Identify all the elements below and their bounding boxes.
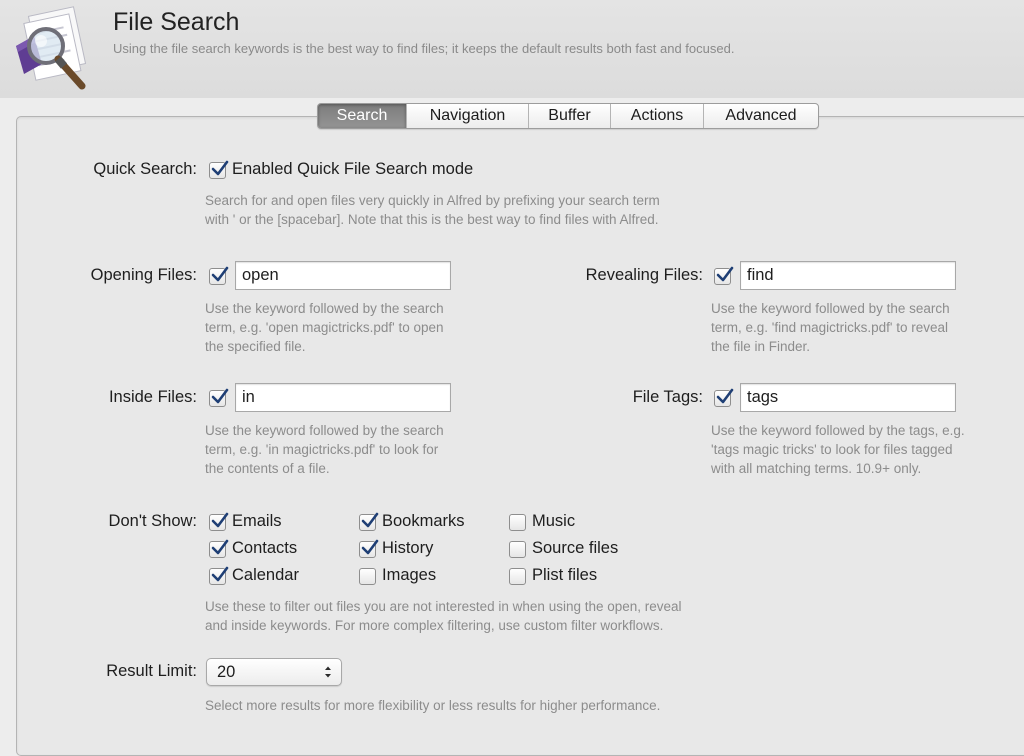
inside-files-keyword-input[interactable]	[235, 383, 451, 412]
dont-show-emails-label[interactable]: Emails	[232, 512, 282, 531]
result-limit-select[interactable]: 20	[206, 658, 342, 686]
opening-files-help: Use the keyword followed by the search t…	[205, 301, 444, 354]
tab-actions[interactable]: Actions	[610, 104, 703, 128]
result-limit-value: 20	[217, 663, 236, 681]
page-subtitle: Using the file search keywords is the be…	[113, 41, 735, 56]
file-tags-label: File Tags:	[632, 388, 703, 406]
dont-show-emails-checkbox[interactable]	[209, 512, 229, 531]
result-limit-help: Select more results for more flexibility…	[205, 698, 661, 713]
checkmark-icon	[211, 566, 229, 582]
dont-show-calendar-checkbox[interactable]	[209, 566, 229, 585]
checkmark-icon	[716, 266, 734, 282]
dont-show-music-label[interactable]: Music	[532, 512, 575, 531]
checkmark-icon	[211, 539, 229, 555]
checkmark-icon	[361, 539, 379, 555]
file-tags-keyword-input[interactable]	[740, 383, 956, 412]
inside-files-label: Inside Files:	[108, 388, 197, 406]
dont-show-contacts-label[interactable]: Contacts	[232, 539, 297, 558]
dont-show-calendar-label[interactable]: Calendar	[232, 566, 299, 585]
revealing-files-checkbox[interactable]	[714, 266, 734, 285]
tab-navigation[interactable]: Navigation	[406, 104, 528, 128]
dont-show-history-label[interactable]: History	[382, 539, 433, 558]
tab-bar: Search Navigation Buffer Actions Advance…	[317, 103, 819, 129]
file-search-icon	[16, 6, 87, 90]
dont-show-history-checkbox[interactable]	[359, 539, 379, 558]
dont-show-source-files-label[interactable]: Source files	[532, 539, 618, 558]
checkmark-icon	[211, 266, 229, 282]
revealing-files-help: Use the keyword followed by the search t…	[711, 301, 950, 354]
dont-show-music-checkbox[interactable]	[509, 514, 526, 531]
checkmark-icon	[211, 512, 229, 528]
checkmark-icon	[361, 512, 379, 528]
opening-files-label: Opening Files:	[90, 266, 197, 284]
dont-show-bookmarks-checkbox[interactable]	[359, 512, 379, 531]
result-limit-label: Result Limit:	[106, 662, 197, 680]
checkmark-icon	[716, 388, 734, 404]
dont-show-images-checkbox[interactable]	[359, 568, 376, 585]
quick-search-checkbox-label[interactable]: Enabled Quick File Search mode	[232, 160, 473, 179]
quick-search-checkbox[interactable]	[209, 160, 229, 179]
revealing-files-label: Revealing Files:	[585, 266, 703, 284]
inside-files-checkbox[interactable]	[209, 388, 229, 407]
dont-show-plist-files-checkbox[interactable]	[509, 568, 526, 585]
up-down-arrows-icon	[325, 666, 331, 678]
revealing-files-keyword-input[interactable]	[740, 261, 956, 290]
page-title: File Search	[113, 8, 240, 36]
checkmark-icon	[211, 388, 229, 404]
quick-search-help: Search for and open files very quickly i…	[205, 193, 660, 227]
file-tags-help: Use the keyword followed by the tags, e.…	[711, 423, 965, 476]
opening-files-checkbox[interactable]	[209, 266, 229, 285]
dont-show-bookmarks-label[interactable]: Bookmarks	[382, 512, 465, 531]
file-tags-checkbox[interactable]	[714, 388, 734, 407]
dont-show-contacts-checkbox[interactable]	[209, 539, 229, 558]
dont-show-label: Don't Show:	[108, 512, 197, 530]
inside-files-help: Use the keyword followed by the search t…	[205, 423, 444, 476]
preferences-header: File Search Using the file search keywor…	[0, 0, 1024, 98]
quick-search-label: Quick Search:	[93, 160, 197, 178]
dont-show-help: Use these to filter out files you are no…	[205, 599, 682, 633]
dont-show-plist-files-label[interactable]: Plist files	[532, 566, 597, 585]
tab-buffer[interactable]: Buffer	[528, 104, 610, 128]
tab-advanced[interactable]: Advanced	[703, 104, 818, 128]
dont-show-images-label[interactable]: Images	[382, 566, 436, 585]
tab-search[interactable]: Search	[318, 104, 406, 128]
checkmark-icon	[211, 160, 229, 176]
opening-files-keyword-input[interactable]	[235, 261, 451, 290]
dont-show-source-files-checkbox[interactable]	[509, 541, 526, 558]
